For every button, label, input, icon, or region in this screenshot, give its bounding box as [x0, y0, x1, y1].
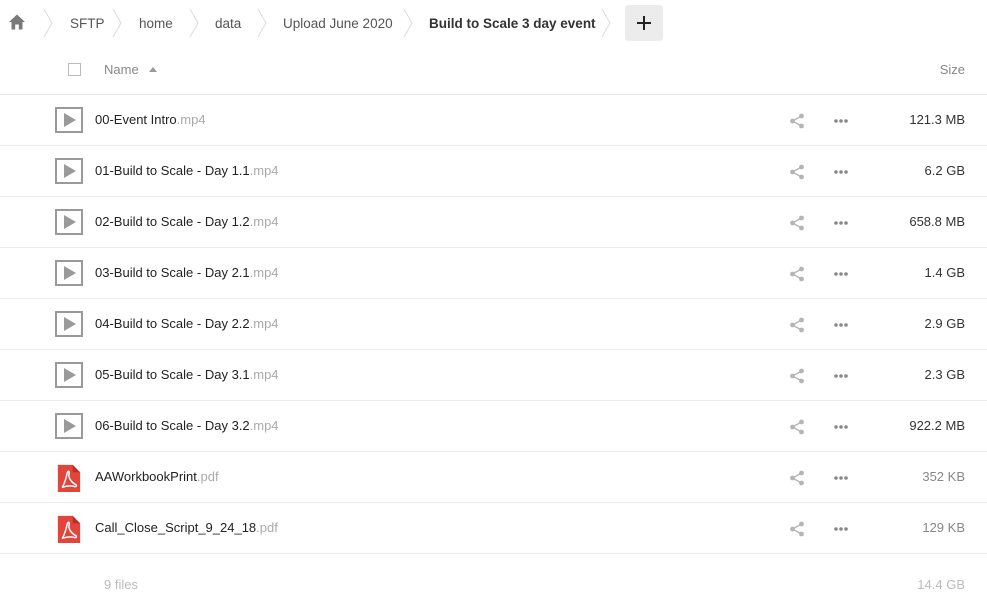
- more-options-icon[interactable]: [833, 322, 849, 328]
- file-name[interactable]: AAWorkbookPrint.pdf: [95, 469, 219, 484]
- file-name[interactable]: 01-Build to Scale - Day 1.1.mp4: [95, 163, 279, 178]
- file-basename: 01-Build to Scale - Day 1.1: [95, 163, 250, 178]
- file-extension: .mp4: [249, 316, 279, 331]
- file-name[interactable]: 00-Event Intro.mp4: [95, 112, 206, 127]
- breadcrumb: SFTP home data Upload June 2020 Build to…: [0, 0, 987, 46]
- more-options-icon[interactable]: [833, 424, 849, 430]
- file-list-header: Name Size: [0, 46, 987, 95]
- file-name[interactable]: 06-Build to Scale - Day 3.2.mp4: [95, 418, 279, 433]
- file-extension: .pdf: [256, 520, 278, 535]
- video-file-icon: [55, 362, 83, 388]
- breadcrumb-separator-icon: [112, 8, 122, 38]
- breadcrumb-separator-icon: [257, 8, 267, 38]
- breadcrumb-item-data[interactable]: data: [215, 0, 241, 46]
- share-icon[interactable]: [789, 317, 805, 333]
- home-icon[interactable]: [8, 13, 26, 31]
- sort-ascending-icon[interactable]: [149, 67, 157, 72]
- add-new-button[interactable]: [625, 5, 663, 41]
- share-icon[interactable]: [789, 419, 805, 435]
- file-list: 00-Event Intro.mp4 121.3 MB 01-Build to Sc…: [0, 95, 987, 554]
- pdf-file-icon: [57, 515, 81, 543]
- plus-icon: [637, 16, 651, 30]
- video-file-icon: [55, 260, 83, 286]
- more-options-icon[interactable]: [833, 526, 849, 532]
- file-count: 9 files: [104, 577, 138, 592]
- file-row[interactable]: 01-Build to Scale - Day 1.1.mp4 6.2 GB: [0, 146, 987, 197]
- file-extension: .mp4: [249, 265, 279, 280]
- file-extension: .mp4: [249, 367, 279, 382]
- breadcrumb-separator-icon: [43, 8, 53, 38]
- share-icon[interactable]: [789, 266, 805, 282]
- file-extension: .mp4: [176, 112, 206, 127]
- breadcrumb-item-current-folder[interactable]: Build to Scale 3 day event: [429, 0, 596, 46]
- column-header-name[interactable]: Name: [104, 62, 139, 77]
- video-file-icon: [55, 413, 83, 439]
- share-icon[interactable]: [789, 113, 805, 129]
- more-options-icon[interactable]: [833, 220, 849, 226]
- file-name[interactable]: Call_Close_Script_9_24_18.pdf: [95, 520, 278, 535]
- share-icon[interactable]: [789, 470, 805, 486]
- breadcrumb-item-sftp[interactable]: SFTP: [70, 0, 105, 46]
- file-basename: 00-Event Intro: [95, 112, 177, 127]
- file-name[interactable]: 03-Build to Scale - Day 2.1.mp4: [95, 265, 279, 280]
- more-options-icon[interactable]: [833, 169, 849, 175]
- file-size: 6.2 GB: [924, 163, 965, 178]
- file-size: 129 KB: [922, 520, 965, 535]
- file-basename: 03-Build to Scale - Day 2.1: [95, 265, 250, 280]
- video-file-icon: [55, 311, 83, 337]
- more-options-icon[interactable]: [833, 373, 849, 379]
- pdf-file-icon: [57, 464, 81, 492]
- file-basename: 02-Build to Scale - Day 1.2: [95, 214, 250, 229]
- share-icon[interactable]: [789, 164, 805, 180]
- select-all-checkbox[interactable]: [68, 63, 81, 76]
- breadcrumb-item-upload-june-2020[interactable]: Upload June 2020: [283, 0, 393, 46]
- breadcrumb-separator-icon: [403, 8, 413, 38]
- file-extension: .mp4: [249, 418, 279, 433]
- file-list-summary: 9 files 14.4 GB: [0, 560, 987, 607]
- file-size: 922.2 MB: [909, 418, 965, 433]
- file-name[interactable]: 02-Build to Scale - Day 1.2.mp4: [95, 214, 279, 229]
- share-icon[interactable]: [789, 521, 805, 537]
- file-extension: .pdf: [196, 469, 219, 484]
- breadcrumb-item-home[interactable]: home: [139, 0, 173, 46]
- file-basename: AAWorkbookPrint: [95, 469, 197, 484]
- file-row[interactable]: 02-Build to Scale - Day 1.2.mp4 658.8 MB: [0, 197, 987, 248]
- file-row[interactable]: 03-Build to Scale - Day 2.1.mp4 1.4 GB: [0, 248, 987, 299]
- file-basename: 05-Build to Scale - Day 3.1: [95, 367, 250, 382]
- more-options-icon[interactable]: [833, 475, 849, 481]
- file-size: 352 KB: [922, 469, 965, 484]
- file-row[interactable]: AAWorkbookPrint.pdf 352 KB: [0, 452, 987, 503]
- breadcrumb-separator-icon: [601, 8, 611, 38]
- file-row[interactable]: Call_Close_Script_9_24_18.pdf 129 KB: [0, 503, 987, 554]
- more-options-icon[interactable]: [833, 271, 849, 277]
- total-size: 14.4 GB: [917, 577, 965, 592]
- file-size: 121.3 MB: [909, 112, 965, 127]
- video-file-icon: [55, 107, 83, 133]
- more-options-icon[interactable]: [833, 118, 849, 124]
- file-size: 658.8 MB: [909, 214, 965, 229]
- share-icon[interactable]: [789, 215, 805, 231]
- file-basename: Call_Close_Script_9_24_18: [95, 520, 257, 535]
- file-extension: .mp4: [249, 163, 279, 178]
- video-file-icon: [55, 209, 83, 235]
- file-row[interactable]: 04-Build to Scale - Day 2.2.mp4 2.9 GB: [0, 299, 987, 350]
- file-name[interactable]: 04-Build to Scale - Day 2.2.mp4: [95, 316, 279, 331]
- file-row[interactable]: 06-Build to Scale - Day 3.2.mp4 922.2 MB: [0, 401, 987, 452]
- column-header-size[interactable]: Size: [940, 62, 965, 77]
- file-row[interactable]: 05-Build to Scale - Day 3.1.mp4 2.3 GB: [0, 350, 987, 401]
- file-size: 2.9 GB: [924, 316, 965, 331]
- file-name[interactable]: 05-Build to Scale - Day 3.1.mp4: [95, 367, 279, 382]
- share-icon[interactable]: [789, 368, 805, 384]
- file-row[interactable]: 00-Event Intro.mp4 121.3 MB: [0, 95, 987, 146]
- file-size: 2.3 GB: [924, 367, 965, 382]
- file-size: 1.4 GB: [924, 265, 965, 280]
- file-basename: 06-Build to Scale - Day 3.2: [95, 418, 250, 433]
- video-file-icon: [55, 158, 83, 184]
- breadcrumb-separator-icon: [189, 8, 199, 38]
- file-basename: 04-Build to Scale - Day 2.2: [95, 316, 250, 331]
- file-extension: .mp4: [249, 214, 279, 229]
